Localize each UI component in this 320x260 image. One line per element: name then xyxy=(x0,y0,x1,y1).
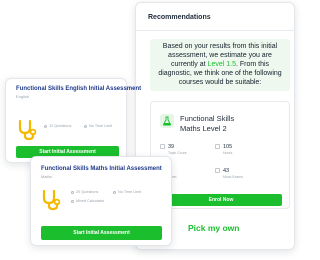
assessment-title: Functional Skills English Initial Assess… xyxy=(16,86,142,92)
assessment-title: Functional Skills Maths Initial Assessme… xyxy=(41,166,162,172)
document-icon xyxy=(215,144,220,149)
stat-label: Topic Count xyxy=(168,151,187,155)
assessment-card-english: Functional Skills English Initial Assess… xyxy=(5,78,141,163)
level-highlight: Level 1.5 xyxy=(207,60,236,68)
stethoscope-icon xyxy=(18,119,37,141)
recommendation-message: Based on your results from this initial … xyxy=(150,39,290,91)
meta-calculator: Mixed Calculator xyxy=(71,199,104,203)
stat-value: 39 xyxy=(168,144,175,150)
stat-value: 105 xyxy=(223,144,233,150)
info-icon xyxy=(71,190,74,194)
info-icon xyxy=(44,124,47,128)
course-name-line1: Functional Skills xyxy=(180,114,235,123)
divider xyxy=(136,30,294,31)
stethoscope-icon xyxy=(42,189,61,211)
pick-my-own-link[interactable]: Pick my own xyxy=(188,223,240,233)
assessment-subject: Maths xyxy=(41,174,52,179)
stat-label: Mock Exams xyxy=(223,175,244,179)
start-assessment-button[interactable]: Start Initial Assessment xyxy=(41,226,162,240)
document-icon xyxy=(215,168,220,173)
meta-time-limit: No Time Limit xyxy=(113,190,141,194)
meta-questions: 12 Questions xyxy=(44,124,71,128)
meta-time-limit: No Time Limit xyxy=(84,124,112,128)
clock-icon xyxy=(84,124,87,128)
meta-text: Mixed Calculator xyxy=(76,199,105,203)
stat-label: Hours xyxy=(223,151,233,155)
meta-text: No Time Limit xyxy=(118,190,142,194)
enrol-now-button[interactable]: Enrol Now xyxy=(160,194,282,206)
course-name: Functional Skills Maths Level 2 xyxy=(180,114,234,134)
recommendations-title: Recommendations xyxy=(148,14,211,21)
document-icon xyxy=(160,144,165,149)
meta-text: 20 Questions xyxy=(76,190,99,194)
calculator-icon xyxy=(71,199,74,203)
flask-icon xyxy=(160,114,174,128)
meta-questions: 20 Questions xyxy=(71,190,98,194)
course-name-line2: Maths Level 2 xyxy=(180,123,227,133)
stat-value: 43 xyxy=(223,168,230,174)
assessment-subject: English xyxy=(16,94,30,99)
meta-text: 12 Questions xyxy=(49,124,72,128)
meta-text: No Time Limit xyxy=(89,124,113,128)
clock-icon xyxy=(113,190,116,194)
assessment-card-maths: Functional Skills Maths Initial Assessme… xyxy=(30,156,172,246)
